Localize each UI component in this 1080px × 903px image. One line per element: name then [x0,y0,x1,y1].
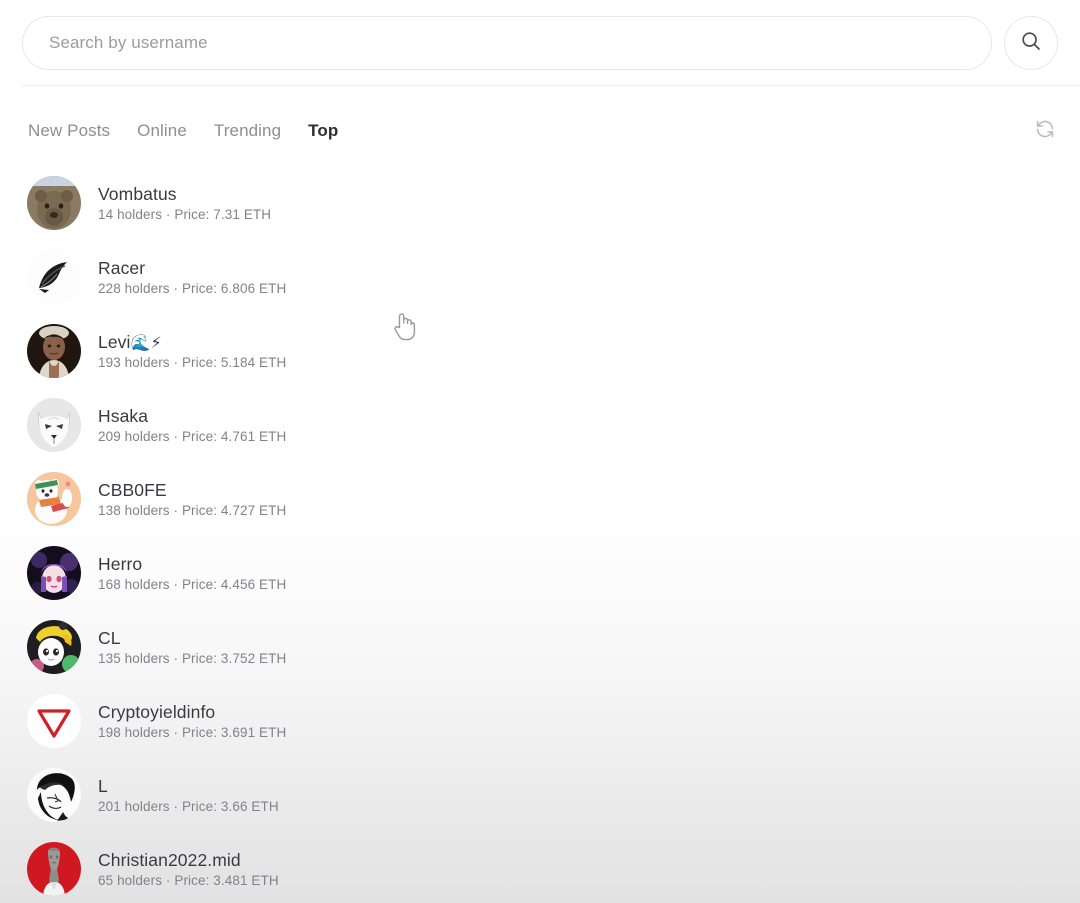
filter-tabs: New Posts Online Trending Top [28,121,338,141]
list-item[interactable]: CBB0FE 138 holders · Price: 4.727 ETH [0,462,1080,536]
avatar [27,842,81,896]
avatar [27,176,81,230]
search-bar [0,0,1080,85]
avatar [27,694,81,748]
username-emoji: 🌊⚡ [131,333,162,352]
anime-purple-avatar [27,546,81,600]
avatar [27,472,81,526]
list-item-meta: CBB0FE 138 holders · Price: 4.727 ETH [98,480,286,519]
avatar [27,250,81,304]
list-item[interactable]: Vombatus 14 holders · Price: 7.31 ETH [0,166,1080,240]
username: Cryptoyieldinfo [98,702,286,722]
list-item[interactable]: L 201 holders · Price: 3.66 ETH [0,758,1080,832]
username: Vombatus [98,184,271,204]
list-item[interactable]: Herro 168 holders · Price: 4.456 ETH [0,536,1080,610]
wolf-avatar [27,398,81,452]
portrait-avatar [27,324,81,378]
search-icon [1019,29,1043,56]
tab-trending[interactable]: Trending [214,121,281,141]
tab-new-posts[interactable]: New Posts [28,121,110,141]
manga-face-avatar [27,768,81,822]
wombat-avatar [27,176,81,230]
username: Hsaka [98,406,286,426]
list-item-meta: Hsaka 209 holders · Price: 4.761 ETH [98,406,286,445]
holders-and-price: 209 holders · Price: 4.761 ETH [98,429,286,445]
list-item-meta: Levi🌊⚡ 193 holders · Price: 5.184 ETH [98,332,286,371]
holders-and-price: 201 holders · Price: 3.66 ETH [98,799,279,815]
username: Racer [98,258,286,278]
tab-online[interactable]: Online [137,121,187,141]
user-list: Vombatus 14 holders · Price: 7.31 ETH Ra… [0,166,1080,903]
list-item[interactable]: Hsaka 209 holders · Price: 4.761 ETH [0,388,1080,462]
holders-and-price: 198 holders · Price: 3.691 ETH [98,725,286,741]
list-item[interactable]: Racer 228 holders · Price: 6.806 ETH [0,240,1080,314]
username: L [98,776,279,796]
avatar [27,768,81,822]
list-item[interactable]: Cryptoyieldinfo 198 holders · Price: 3.6… [0,684,1080,758]
holders-and-price: 138 holders · Price: 4.727 ETH [98,503,286,519]
holders-and-price: 193 holders · Price: 5.184 ETH [98,355,286,371]
holders-and-price: 168 holders · Price: 4.456 ETH [98,577,286,593]
avatar [27,398,81,452]
red-statue-avatar [27,842,81,896]
username: Herro [98,554,286,574]
list-item-meta: Herro 168 holders · Price: 4.456 ETH [98,554,286,593]
holders-and-price: 135 holders · Price: 3.752 ETH [98,651,286,667]
refresh-icon [1034,118,1056,145]
refresh-button[interactable] [1032,118,1058,144]
username: Levi🌊⚡ [98,332,286,352]
filter-tabs-row: New Posts Online Trending Top [0,105,1080,157]
username: CBB0FE [98,480,286,500]
avatar [27,620,81,674]
list-item[interactable]: Levi🌊⚡ 193 holders · Price: 5.184 ETH [0,314,1080,388]
holders-and-price: 228 holders · Price: 6.806 ETH [98,281,286,297]
avatar [27,324,81,378]
list-item[interactable]: CL 135 holders · Price: 3.752 ETH [0,610,1080,684]
tab-top[interactable]: Top [308,121,338,141]
search-input-wrapper[interactable] [22,16,992,70]
bear-avatar [27,472,81,526]
search-button[interactable] [1004,16,1058,70]
holders-and-price: 14 holders · Price: 7.31 ETH [98,207,271,223]
list-item-meta: Vombatus 14 holders · Price: 7.31 ETH [98,184,271,223]
user-leaderboard-page: New Posts Online Trending Top [0,0,1080,903]
holders-and-price: 65 holders · Price: 3.481 ETH [98,873,279,889]
username-text: Levi [98,332,131,352]
list-item-meta: Cryptoyieldinfo 198 holders · Price: 3.6… [98,702,286,741]
list-item-meta: Racer 228 holders · Price: 6.806 ETH [98,258,286,297]
list-item-meta: Christian2022.mid 65 holders · Price: 3.… [98,850,279,889]
username: CL [98,628,286,648]
search-input[interactable] [47,32,967,54]
list-item[interactable]: Christian2022.mid 65 holders · Price: 3.… [0,832,1080,903]
list-item-meta: CL 135 holders · Price: 3.752 ETH [98,628,286,667]
anime-yellow-avatar [27,620,81,674]
bird-avatar [27,250,81,304]
list-item-meta: L 201 holders · Price: 3.66 ETH [98,776,279,815]
avatar [27,546,81,600]
header-divider [22,85,1080,86]
username: Christian2022.mid [98,850,279,870]
red-triangle-avatar [27,694,81,748]
